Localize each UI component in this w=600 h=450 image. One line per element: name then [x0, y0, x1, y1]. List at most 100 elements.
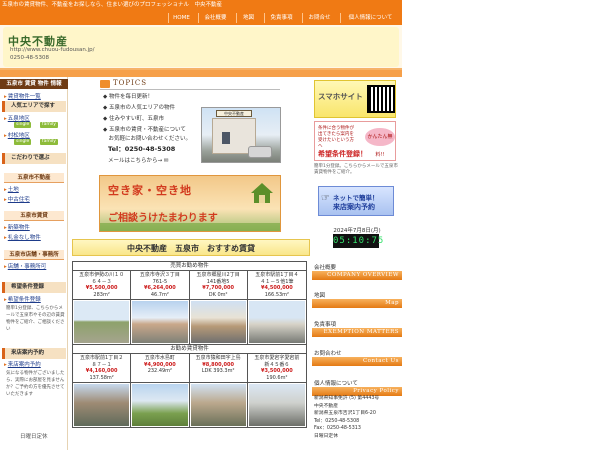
- topics-icon: [100, 80, 110, 88]
- mail-icon: ✉: [162, 158, 169, 164]
- site-header: 中央不動産 http://www.chuou-fudousan.jp/ 0250…: [0, 25, 402, 70]
- site-url: http://www.chuou-fudousan.jp/: [10, 47, 95, 53]
- listing-cell[interactable]: 五泉市寺沢３丁目 761-5 ¥6,264,000 46.7m²: [131, 271, 190, 299]
- nav-map[interactable]: 地図: [236, 13, 260, 23]
- pointer-hand-icon: ☞: [321, 193, 330, 204]
- sidebar-head-realestate: 五泉市不動産: [4, 173, 64, 183]
- sidebar-link-gosen-area[interactable]: 五泉地区: [4, 114, 30, 122]
- listing-photo-cell[interactable]: [190, 300, 248, 344]
- online-guide-reservation-banner[interactable]: ☞ ネットで簡単！ 来店案内予約: [318, 186, 394, 216]
- nav-disclaimer[interactable]: 免責事項: [264, 13, 298, 23]
- office-car: [248, 146, 272, 158]
- mail-link[interactable]: メールはこちらから→ ✉: [108, 156, 168, 164]
- wish-banner-pig: かんたん無料!!: [365, 128, 395, 158]
- sidebar-band-guide: 来店案内予約: [2, 348, 66, 359]
- listing-photo-cell[interactable]: [131, 383, 190, 427]
- listing-photo: [248, 301, 305, 343]
- vacant-house-banner[interactable]: 空き家・空き地 ご相談うけたまわります: [99, 175, 281, 232]
- listing-photo-cell[interactable]: [73, 300, 132, 344]
- sidebar-band-popular-area: 人気エリアで探す: [2, 101, 66, 112]
- listing-cell[interactable]: 五泉市猿和田字上島 ¥8,800,000 LDK 393.3m²: [190, 354, 248, 382]
- listing-cell[interactable]: 五泉市郷屋川2丁目 141番地5 ¥7,700,000 DK 0m²: [190, 271, 248, 299]
- right-link-disclaimer[interactable]: 免責事項 EXEMPTION MATTERS: [312, 318, 402, 346]
- right-link-privacy-jp: 個人情報について: [314, 381, 358, 387]
- page-margin: [402, 0, 600, 450]
- company-tel: Tel：0250-48-5308: [314, 418, 360, 424]
- right-link-map[interactable]: 地図 Map: [312, 289, 402, 317]
- tag-single-2[interactable]: single: [14, 139, 32, 145]
- banner-line1: 空き家・空き地: [108, 184, 192, 197]
- table-row: 五泉市伊勢の川１０ ６４－３ ¥5,500,000 283m² 五泉市寺沢３丁目…: [73, 271, 306, 300]
- top-tagline: 五泉市の賃貸物件、不動産をお探しなら、住まい選びのプロフェッショナル 中央不動産: [0, 0, 402, 11]
- listing-photo-cell[interactable]: [248, 383, 306, 427]
- nav-company[interactable]: 会社概要: [198, 13, 232, 23]
- sidebar-band-wish: 希望条件登録: [2, 282, 66, 293]
- listing-photo-cell[interactable]: [73, 383, 132, 427]
- right-link-company[interactable]: 会社概要 COMPANY OVERVIEW: [312, 261, 402, 289]
- company-fax: Fax：0250-48-5313: [314, 426, 361, 431]
- nav-map-label: 地図: [242, 15, 254, 21]
- listing-size: 137.58m²: [89, 374, 114, 381]
- sidebar-closed-day: 日曜日定休: [20, 434, 48, 440]
- listing-photo: [190, 384, 246, 426]
- listing-address: 五泉市猿和田字上島: [195, 355, 241, 361]
- company-license: 新潟県知事免許 (5) 第4443号: [314, 396, 380, 401]
- right-link-disclaimer-en: EXEMPTION MATTERS: [312, 328, 402, 337]
- listing-photo-cell[interactable]: [248, 300, 306, 344]
- listing-cell[interactable]: 五泉市駅前1丁目４ ４１－５他1筆 ¥4,500,000 166.53m²: [248, 271, 306, 299]
- listing-photo: [74, 301, 130, 343]
- listing-photo: [132, 384, 188, 426]
- right-link-contact-jp: お問合わせ: [314, 351, 342, 357]
- listing-cell[interactable]: 五泉市伊勢の川１０ ６４－３ ¥5,500,000 283m²: [73, 271, 132, 299]
- page: 五泉市の賃貸物件、不動産をお探しなら、住まい選びのプロフェッショナル 中央不動産…: [0, 0, 402, 450]
- wish-registration-banner[interactable]: 条件に合う物件が出てきたら案内を受けたいという方へ かんたん無料!! 希望条件登…: [314, 121, 396, 161]
- listing-cell[interactable]: 五泉市水島町 ¥4,900,000 232.49m²: [131, 354, 190, 382]
- right-link-contact[interactable]: お問合わせ Contact Us: [312, 347, 402, 375]
- tag-single[interactable]: single: [14, 122, 32, 128]
- digital-clock: 05:10:75: [333, 234, 385, 248]
- sidebar-link-guide[interactable]: 来店案内予約: [4, 360, 41, 368]
- right-link-company-en: COMPANY OVERVIEW: [312, 271, 402, 280]
- mail-link-label: メールはこちらから→: [108, 158, 163, 164]
- topics-tel: Tel：0250-48-5308: [108, 145, 176, 153]
- sidebar-link-used-house[interactable]: 中古住宅: [4, 195, 30, 203]
- table-row-photos: [73, 383, 306, 427]
- wish-caption: 簡単1分登録。こちらからメールで五泉市賃貸物件をご紹介。: [314, 164, 398, 175]
- sidebar-head-store: 五泉市店舗・事務所: [4, 250, 64, 260]
- listing-address: 五泉市駅前1丁目４: [255, 272, 299, 278]
- table-row: 五泉市駅前1丁目２ ８７－１ ¥4,160,000 137.58m² 五泉市水島…: [73, 354, 306, 383]
- listing-photo: [190, 301, 246, 343]
- site-tel: 0250-48-5308: [10, 55, 49, 61]
- left-sidebar: 五泉市 賃貸 物件 情報 賃貸物件一覧 人気エリアで探す 五泉地区 single…: [0, 77, 68, 450]
- wish-banner-small-text: 条件に合う物件が出てきたら案内を受けたいという方へ: [318, 126, 354, 149]
- sidebar-band-kodawari: こだわりで選ぶ: [2, 153, 66, 164]
- office-door: [222, 132, 230, 144]
- sidebar-link-muramatsu-area[interactable]: 村松地区: [4, 131, 30, 139]
- listing-size: 190.6m²: [266, 374, 288, 381]
- sidebar-link-rental-list[interactable]: 賃貸物件一覧: [4, 92, 41, 100]
- right-link-contact-en: Contact Us: [312, 357, 402, 366]
- topics-divider: [100, 89, 280, 90]
- listing-photo-cell[interactable]: [131, 300, 190, 344]
- nav-home[interactable]: HOME: [168, 13, 194, 23]
- right-link-map-en: Map: [312, 299, 402, 308]
- topic-item: ◆ 五泉市の賃貸・不動産について: [103, 127, 186, 133]
- tag-family-2[interactable]: family: [40, 139, 58, 145]
- company-name: 中央不動産: [314, 403, 338, 409]
- tag-family[interactable]: family: [40, 122, 58, 128]
- listing-photo-cell[interactable]: [190, 383, 248, 427]
- nav-privacy[interactable]: 個人情報について: [340, 13, 400, 23]
- sidebar-link-wish[interactable]: 希望条件登録: [4, 295, 41, 303]
- right-link-company-jp: 会社概要: [314, 265, 337, 271]
- listing-cell[interactable]: 五泉市愛宕字愛宕前 新４５番６ ¥3,500,000 190.6m²: [248, 354, 306, 382]
- smartphone-site-banner[interactable]: スマホサイト: [314, 80, 396, 118]
- current-date: 2024年7月8日(月): [333, 228, 381, 234]
- listing-cell[interactable]: 五泉市駅前1丁目２ ８７－１ ¥4,160,000 137.58m²: [73, 354, 132, 382]
- sidebar-link-no-key-money[interactable]: 礼金なし物件: [4, 233, 41, 241]
- sidebar-link-land[interactable]: 土地: [4, 185, 19, 193]
- sidebar-head-rental: 五泉市賃貸: [4, 211, 64, 221]
- listing-photo: [74, 384, 130, 426]
- nav-contact[interactable]: お問合せ: [302, 13, 336, 23]
- sidebar-link-store[interactable]: 店舗・事務所可: [4, 262, 47, 270]
- sidebar-link-new-build[interactable]: 新築物件: [4, 223, 30, 231]
